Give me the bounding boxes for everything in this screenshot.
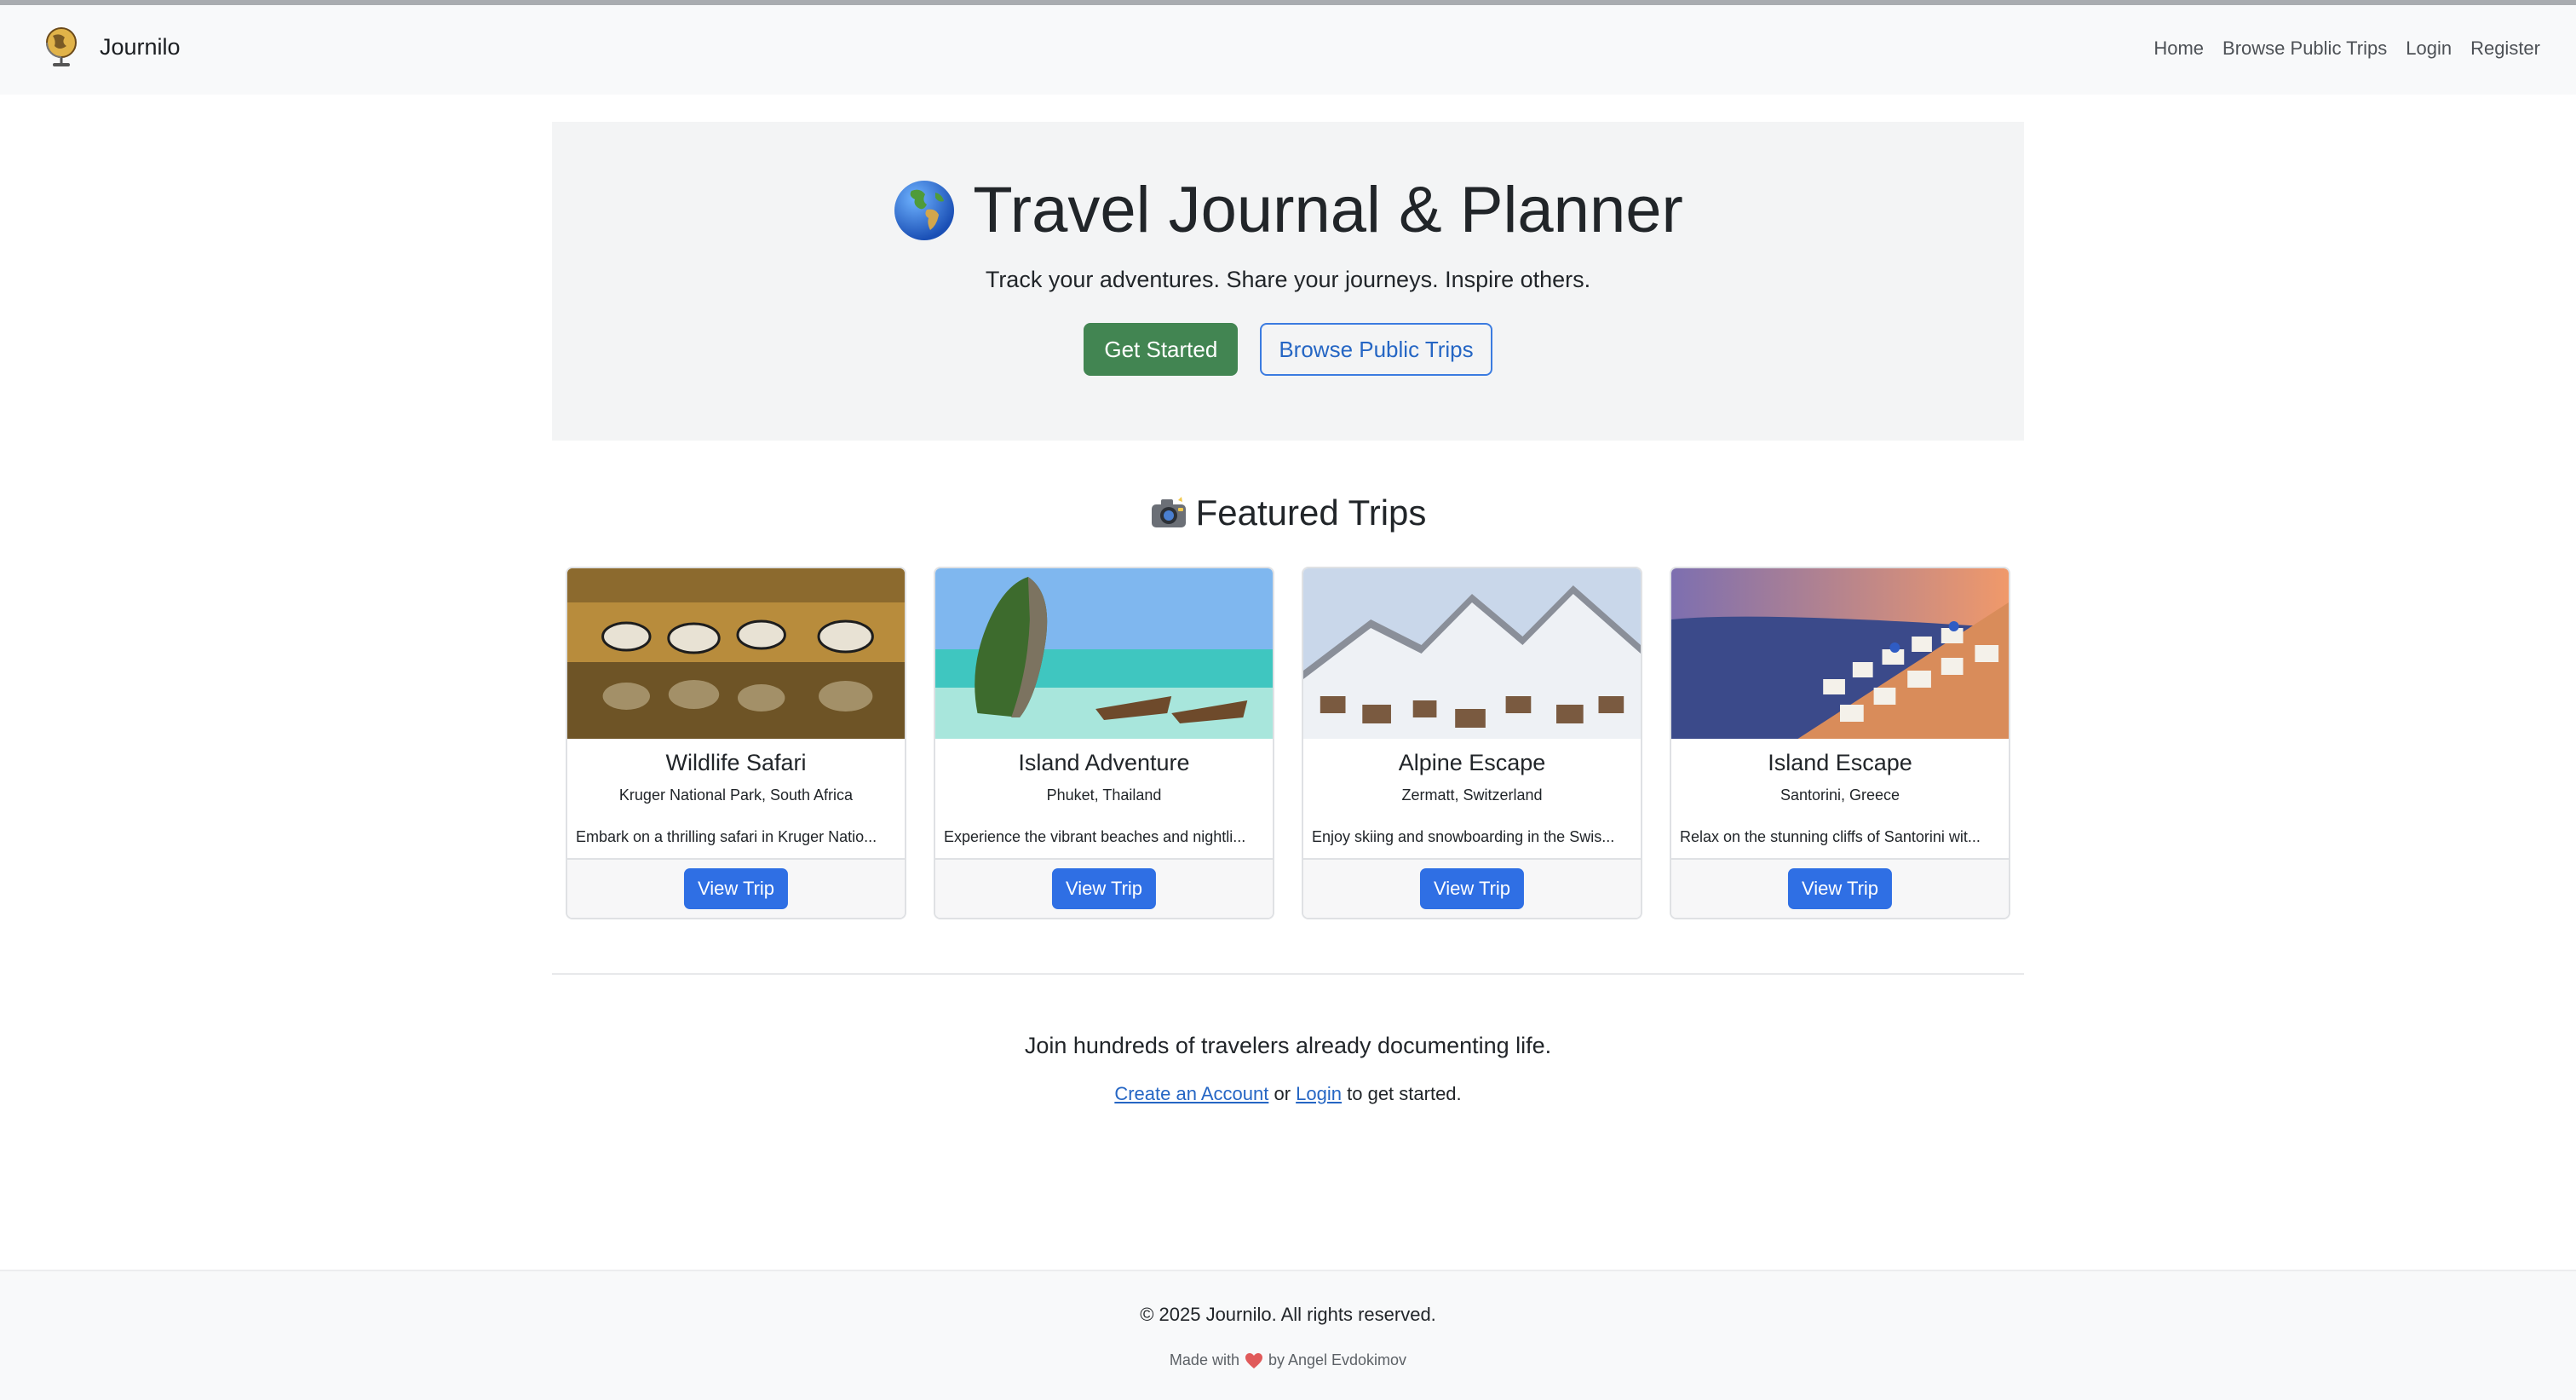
view-trip-button[interactable]: View Trip — [1419, 868, 1525, 909]
nav-login[interactable]: Login — [2406, 37, 2452, 60]
featured-trips-title: Featured Trips — [1195, 493, 1427, 533]
trip-location: Zermatt, Switzerland — [1401, 786, 1543, 804]
brand-name[interactable]: Journilo — [100, 34, 181, 60]
login-link[interactable]: Login — [1296, 1083, 1342, 1104]
card-footer: View Trip — [1303, 858, 1641, 918]
trip-image-wildlife-safari — [567, 568, 905, 739]
trip-image-alpine-escape — [1303, 568, 1641, 739]
journilo-logo[interactable] — [43, 26, 80, 70]
join-text: Join hundreds of travelers already docum… — [1024, 1033, 1552, 1058]
navbar: Journilo Home Browse Public Trips Login … — [0, 0, 2576, 95]
view-trip-button[interactable]: View Trip — [1787, 868, 1893, 909]
nav-home[interactable]: Home — [2153, 37, 2204, 60]
section-divider — [552, 973, 2024, 975]
browse-public-trips-button[interactable]: Browse Public Trips — [1260, 323, 1492, 376]
trip-location: Kruger National Park, South Africa — [618, 786, 854, 804]
get-started-button[interactable]: Get Started — [1084, 323, 1239, 376]
trip-location: Phuket, Thailand — [1046, 786, 1162, 804]
camera-icon — [1151, 497, 1186, 527]
trip-image-island-escape — [1671, 568, 2009, 739]
card-footer: View Trip — [935, 858, 1273, 918]
hero-title-text: Travel Journal & Planner — [973, 174, 1683, 246]
cta-or: or — [1274, 1083, 1291, 1104]
view-trip-button[interactable]: View Trip — [1051, 868, 1157, 909]
nav-links: Home Browse Public Trips Login Register — [2135, 37, 2540, 60]
cta-line: Create an Account or Login to get starte… — [0, 1083, 2576, 1105]
trip-card: Wildlife Safari Kruger National Park, So… — [566, 567, 906, 919]
nav-register[interactable]: Register — [2470, 37, 2540, 60]
trip-description: Relax on the stunning cliffs of Santorin… — [1680, 828, 1981, 845]
trip-location: Santorini, Greece — [1780, 786, 1900, 804]
hero-subtitle: Track your adventures. Share your journe… — [985, 267, 1591, 292]
hero-title: Travel Journal & Planner — [552, 173, 2024, 247]
card-footer: View Trip — [1671, 858, 2009, 918]
trip-card: Island Escape Santorini, Greece Relax on… — [1670, 567, 2010, 919]
trip-image-island-adventure — [935, 568, 1273, 739]
made-with-suffix: by Angel Evdokimov — [1268, 1351, 1407, 1368]
nav-browse-public-trips[interactable]: Browse Public Trips — [2222, 37, 2387, 60]
trip-card: Alpine Escape Zermatt, Switzerland Enjoy… — [1302, 567, 1642, 919]
trip-title: Island Escape — [1768, 750, 1912, 775]
heart-icon — [1245, 1352, 1262, 1368]
hero-buttons: Get Started Browse Public Trips — [552, 323, 2024, 376]
featured-trips-heading: Featured Trips — [0, 493, 2576, 533]
trip-title: Island Adventure — [1018, 750, 1190, 775]
trip-description: Experience the vibrant beaches and night… — [944, 828, 1246, 845]
card-footer: View Trip — [567, 858, 905, 918]
trip-title: Alpine Escape — [1398, 750, 1546, 775]
trip-description: Embark on a thrilling safari in Kruger N… — [576, 828, 877, 845]
copyright-text: © 2025 Journilo. All rights reserved. — [1140, 1304, 1436, 1325]
cta-suffix: to get started. — [1347, 1083, 1462, 1104]
footer: © 2025 Journilo. All rights reserved. Ma… — [0, 1270, 2576, 1400]
made-with-prefix: Made with — [1169, 1351, 1239, 1368]
globe-icon — [894, 180, 955, 240]
trip-card: Island Adventure Phuket, Thailand Experi… — [934, 567, 1274, 919]
trip-title: Wildlife Safari — [665, 750, 807, 775]
hero-section: Travel Journal & Planner Track your adve… — [552, 122, 2024, 441]
view-trip-button[interactable]: View Trip — [683, 868, 789, 909]
create-account-link[interactable]: Create an Account — [1114, 1083, 1268, 1104]
trip-description: Enjoy skiing and snowboarding in the Swi… — [1312, 828, 1615, 845]
made-with-text: Made with by Angel Evdokimov — [0, 1351, 2576, 1369]
